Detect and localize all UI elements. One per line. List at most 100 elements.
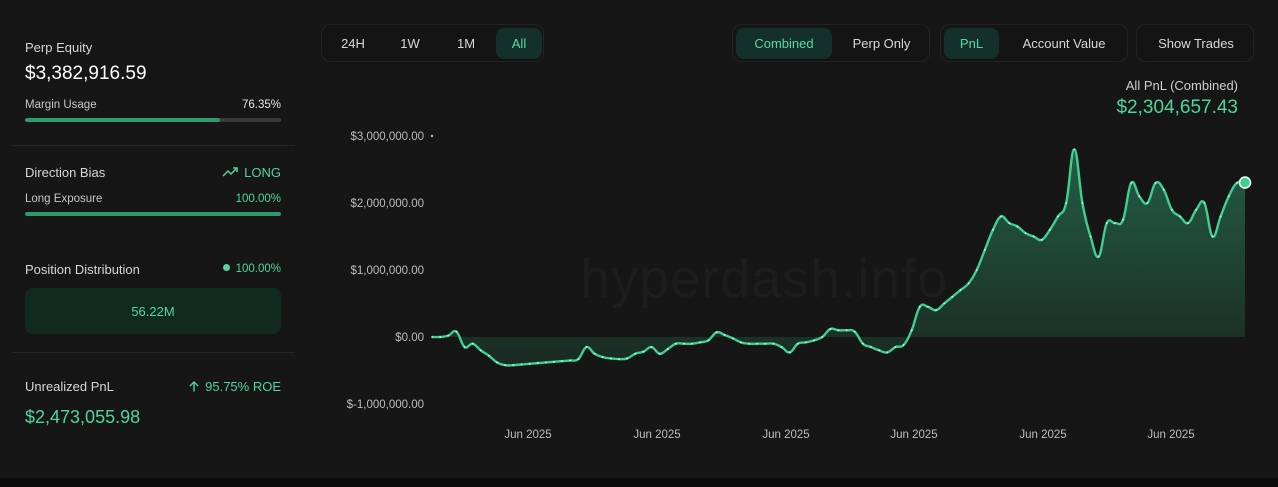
pnl-data-point <box>1154 182 1157 184</box>
pnl-data-point <box>780 346 783 348</box>
pnl-data-point <box>1211 235 1214 238</box>
pnl-data-point <box>902 344 905 346</box>
pnl-data-point <box>813 339 816 342</box>
pnl-data-point <box>1105 222 1108 225</box>
x-tick-label: Jun 2025 <box>1019 429 1066 441</box>
pnl-data-point <box>1057 215 1059 218</box>
pnl-data-point <box>861 342 864 345</box>
pnl-data-point <box>553 360 555 363</box>
pnl-data-point <box>1146 202 1149 204</box>
pnl-data-point <box>691 342 694 345</box>
pnl-data-point <box>488 354 490 357</box>
pnl-data-point <box>683 342 685 345</box>
pnl-data-point <box>715 331 718 334</box>
pnl-data-point <box>1065 202 1068 204</box>
pnl-data-point <box>870 346 872 348</box>
pnl-data-point <box>1138 195 1141 198</box>
pnl-data-point <box>658 352 661 355</box>
pnl-data-point <box>626 357 629 360</box>
pnl-data-point <box>1081 202 1084 204</box>
pnl-data-point <box>975 269 978 271</box>
pnl-data-point <box>496 361 498 364</box>
pnl-data-point <box>528 362 531 365</box>
pnl-data-point <box>764 342 767 345</box>
y-tick-label: $-1,000,000.00 <box>347 399 424 411</box>
x-tick-label: Jun 2025 <box>633 429 680 441</box>
pnl-data-point <box>878 349 881 352</box>
pnl-data-point <box>1073 148 1076 151</box>
pnl-data-point <box>479 349 482 352</box>
pnl-data-point <box>504 364 507 367</box>
pnl-data-point <box>821 336 824 338</box>
pnl-data-point <box>1203 202 1206 204</box>
pnl-data-point <box>837 329 840 332</box>
pnl-data-point <box>1114 222 1116 225</box>
pnl-data-point <box>943 302 946 305</box>
pnl-data-point <box>1162 188 1165 191</box>
pnl-data-point <box>740 341 742 344</box>
pnl-data-point <box>992 228 994 231</box>
pnl-data-point <box>910 329 913 332</box>
pnl-data-point <box>431 336 433 338</box>
pnl-data-point <box>577 358 580 361</box>
x-tick-label: Jun 2025 <box>890 429 937 441</box>
pnl-data-point <box>699 341 702 344</box>
pnl-data-point <box>520 363 523 366</box>
pnl-data-point <box>585 346 588 348</box>
pnl-data-point <box>1227 195 1230 198</box>
pnl-data-point <box>455 330 458 333</box>
x-tick-label: Jun 2025 <box>762 429 809 441</box>
pnl-data-point <box>618 358 620 361</box>
pnl-data-point <box>788 351 791 354</box>
pnl-data-point <box>805 341 807 344</box>
pnl-data-point <box>967 282 970 285</box>
pnl-data-point <box>1016 225 1019 228</box>
pnl-data-point <box>1235 182 1238 184</box>
pnl-data-point <box>1040 238 1043 241</box>
pnl-data-point <box>951 295 954 298</box>
pnl-data-point <box>561 360 563 363</box>
pnl-data-point <box>918 305 921 308</box>
x-tick-label: Jun 2025 <box>1147 429 1194 441</box>
pnl-data-point <box>707 339 710 342</box>
pnl-data-point <box>756 342 759 345</box>
pnl-last-point[interactable] <box>1238 176 1252 189</box>
pnl-data-point <box>447 334 450 337</box>
pnl-data-point <box>845 329 848 332</box>
pnl-data-point <box>959 289 962 291</box>
x-tick-label: Jun 2025 <box>504 429 551 441</box>
pnl-data-point <box>1048 228 1051 231</box>
pnl-data-point <box>471 342 474 345</box>
y-tick-label: $2,000,000.00 <box>350 198 424 210</box>
pnl-data-point <box>1179 215 1181 218</box>
pnl-data-point <box>593 352 596 355</box>
pnl-data-point <box>853 330 856 333</box>
pnl-data-point <box>642 350 645 353</box>
pnl-data-point <box>1130 182 1133 184</box>
pnl-data-point <box>1089 235 1092 238</box>
pnl-data-point <box>731 337 734 340</box>
pnl-data-point <box>796 342 799 345</box>
pnl-data-point <box>772 342 775 345</box>
pnl-data-point <box>894 346 897 348</box>
y-tick-label: $3,000,000.00 <box>350 131 424 143</box>
y-tick-label: $1,000,000.00 <box>350 265 424 277</box>
pnl-data-point <box>1122 218 1124 221</box>
pnl-data-point <box>634 352 637 355</box>
pnl-data-point <box>512 364 515 367</box>
pnl-chart: $3,000,000.00 $2,000,000.00 $1,000,000.00 $… <box>347 131 1252 441</box>
pnl-data-point <box>569 359 572 362</box>
pnl-data-point <box>536 362 539 365</box>
y-tick-label: $0.00 <box>395 332 424 344</box>
pnl-data-point <box>463 346 466 348</box>
pnl-data-point <box>1195 208 1198 211</box>
pnl-data-point <box>1219 215 1222 218</box>
pnl-data-point <box>675 342 677 345</box>
pnl-data-point <box>1008 222 1011 225</box>
pnl-data-point <box>1000 215 1002 218</box>
pnl-data-point <box>1187 222 1189 225</box>
pnl-data-point <box>748 342 750 345</box>
pnl-area-fill <box>432 149 1245 366</box>
pnl-data-point <box>1024 232 1027 235</box>
pnl-data-point <box>723 334 726 336</box>
